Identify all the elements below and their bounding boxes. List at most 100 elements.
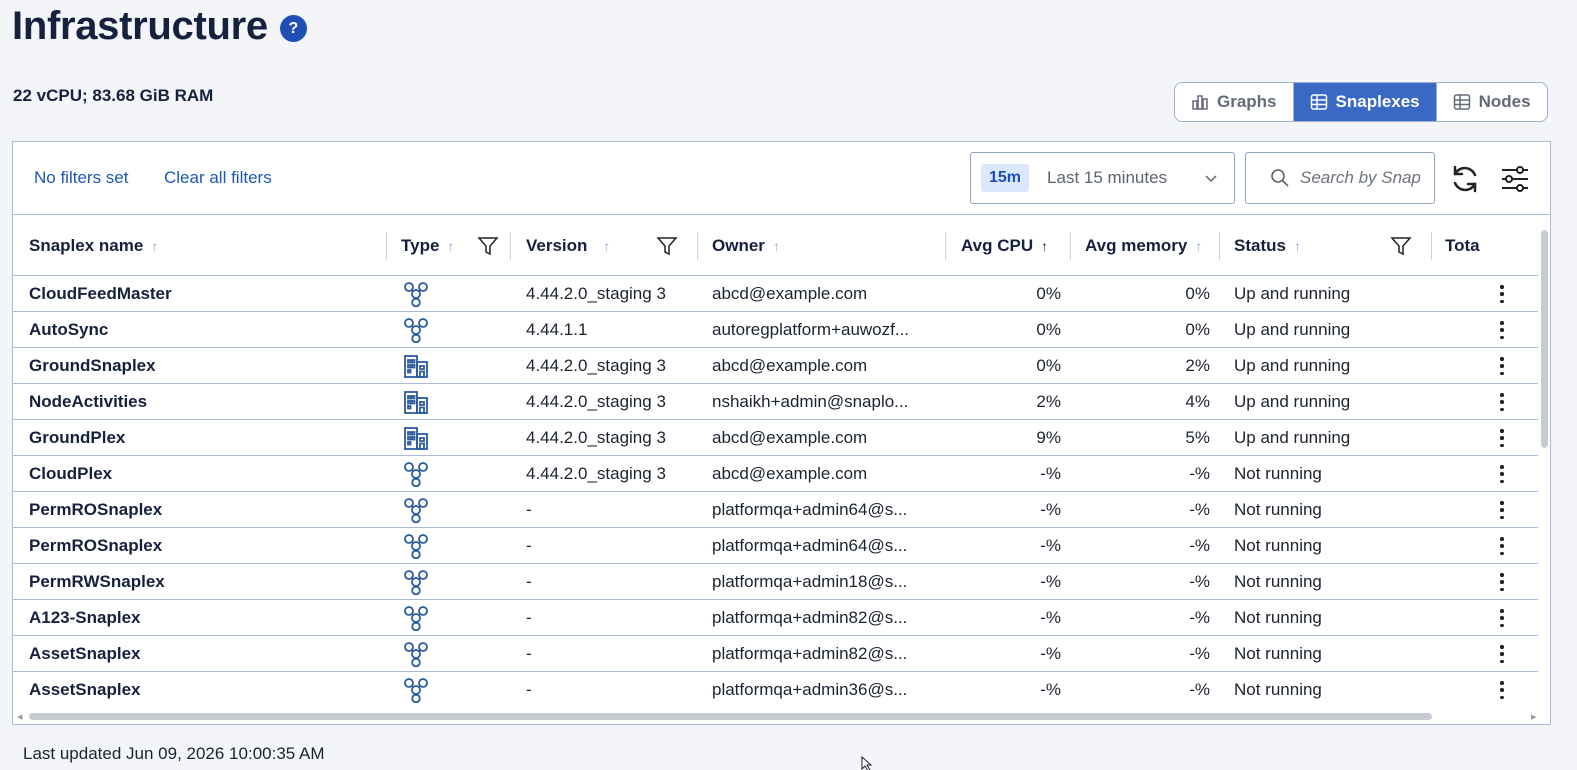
snaplex-name-cell[interactable]: NodeActivities: [29, 384, 147, 419]
time-range-select[interactable]: 15m Last 15 minutes: [970, 152, 1235, 204]
clear-filters-link[interactable]: Clear all filters: [164, 168, 272, 188]
status-cell: Not running: [1234, 679, 1322, 699]
refresh-icon[interactable]: [1449, 163, 1481, 195]
filter-funnel-icon[interactable]: [1390, 235, 1412, 257]
row-menu-icon[interactable]: [1500, 429, 1504, 447]
table-row[interactable]: AssetSnaplex - platformqa+admin82@s... -% -%…: [13, 636, 1538, 672]
type-cell: [403, 276, 429, 311]
status-cell: Not running: [1234, 643, 1322, 663]
version-cell: -: [526, 643, 532, 663]
column-divider[interactable]: [1070, 232, 1071, 260]
horizontal-scrollbar[interactable]: [29, 713, 1432, 720]
avg-memory-cell: 2%: [1185, 355, 1210, 375]
row-menu-icon[interactable]: [1500, 393, 1504, 411]
search-input[interactable]: [1300, 168, 1420, 188]
bar-chart-icon: [1192, 95, 1208, 110]
table-row[interactable]: NodeActivities 4.44.2.0_staging 3 nshaikh+…: [13, 384, 1538, 420]
question-circle-icon[interactable]: ?: [279, 15, 307, 42]
row-menu-icon[interactable]: [1500, 465, 1504, 483]
column-header-total[interactable]: Tota: [1445, 215, 1480, 276]
column-header-owner[interactable]: Owner ↑: [712, 215, 780, 276]
table-row[interactable]: AutoSync 4.44.1.1 autoregplatform+auwozf..…: [13, 312, 1538, 348]
column-header-snaplex-name[interactable]: Snaplex name ↑: [29, 215, 158, 276]
page-header: Infrastructure ?: [12, 4, 307, 49]
column-header-status[interactable]: Status ↑: [1234, 215, 1301, 276]
column-divider[interactable]: [1219, 232, 1220, 260]
table-row[interactable]: GroundPlex 4.44.2.0_staging 3 abcd@example…: [13, 420, 1538, 456]
status-cell: Not running: [1234, 463, 1322, 483]
table-row[interactable]: PermRWSnaplex - platformqa+admin18@s... -% -…: [13, 564, 1538, 600]
column-divider[interactable]: [697, 232, 698, 260]
view-toggle: Graphs Snaplexes Nodes: [1174, 82, 1548, 122]
snaplex-name-cell[interactable]: AutoSync: [29, 312, 108, 347]
owner-cell: abcd@example.com: [712, 283, 868, 303]
column-header-type[interactable]: Type ↑: [401, 215, 454, 276]
row-menu-icon[interactable]: [1500, 645, 1504, 663]
version-cell: -: [526, 679, 532, 699]
table-row[interactable]: CloudFeedMaster 4.44.2.0_staging 3 abcd@ex…: [13, 276, 1538, 312]
tab-graphs[interactable]: Graphs: [1175, 83, 1293, 121]
table-toolbar: No filters set Clear all filters 15m Las…: [13, 142, 1550, 215]
scroll-left-icon[interactable]: ◀: [17, 713, 22, 721]
snaplex-name-cell[interactable]: CloudFeedMaster: [29, 276, 172, 311]
sort-arrow-icon: ↑: [772, 237, 780, 254]
column-divider[interactable]: [945, 232, 946, 260]
snaplex-table: Snaplex name ↑ Type ↑ Version ↑ Owner ↑ Avg …: [13, 215, 1538, 707]
row-menu-icon[interactable]: [1500, 609, 1504, 627]
status-cell: Up and running: [1234, 319, 1351, 339]
snaplex-name-cell[interactable]: GroundPlex: [29, 420, 125, 455]
status-cell: Up and running: [1234, 391, 1351, 411]
scroll-right-icon[interactable]: ▶: [1531, 713, 1536, 721]
tab-nodes-label: Nodes: [1478, 92, 1531, 111]
row-menu-icon[interactable]: [1500, 501, 1504, 519]
row-menu-icon[interactable]: [1500, 573, 1504, 591]
column-divider[interactable]: [386, 232, 387, 260]
filter-funnel-icon[interactable]: [656, 235, 678, 257]
column-header-version[interactable]: Version ↑: [526, 215, 610, 276]
snaplex-name-cell[interactable]: AssetSnaplex: [29, 672, 141, 707]
row-menu-icon[interactable]: [1500, 357, 1504, 375]
tab-nodes[interactable]: Nodes: [1435, 83, 1547, 121]
table-row[interactable]: AssetSnaplex - platformqa+admin36@s... -% -%…: [13, 672, 1538, 707]
table-row[interactable]: A123-Snaplex - platformqa+admin82@s... -% -%…: [13, 600, 1538, 636]
filter-funnel-icon[interactable]: [477, 235, 499, 257]
version-cell: 4.44.2.0_staging 3: [526, 355, 666, 375]
owner-cell: nshaikh+admin@snaplo...: [712, 391, 909, 411]
grid-table-icon: [1310, 94, 1327, 110]
search-box[interactable]: [1245, 152, 1435, 204]
row-menu-icon[interactable]: [1500, 321, 1504, 339]
type-cell: [403, 672, 429, 707]
column-divider[interactable]: [1431, 232, 1432, 260]
snaplex-name-cell[interactable]: PermROSnaplex: [29, 492, 162, 527]
column-header-avg-memory[interactable]: Avg memory ↑: [1085, 215, 1202, 276]
cloud-snaplex-icon: [404, 569, 428, 595]
row-menu-icon[interactable]: [1500, 537, 1504, 555]
row-menu-icon[interactable]: [1500, 285, 1504, 303]
column-divider[interactable]: [510, 232, 511, 260]
vertical-scrollbar[interactable]: [1541, 230, 1548, 448]
sliders-settings-icon[interactable]: [1501, 164, 1529, 194]
snaplex-name-cell[interactable]: GroundSnaplex: [29, 348, 156, 383]
snaplex-name-cell[interactable]: PermROSnaplex: [29, 528, 162, 563]
table-row[interactable]: PermROSnaplex - platformqa+admin64@s... -% -…: [13, 492, 1538, 528]
snaplex-panel: No filters set Clear all filters 15m Las…: [12, 141, 1551, 725]
table-row[interactable]: PermROSnaplex - platformqa+admin64@s... -% -…: [13, 528, 1538, 564]
table-row[interactable]: CloudPlex 4.44.2.0_staging 3 abcd@example.…: [13, 456, 1538, 492]
column-header-avg-cpu[interactable]: Avg CPU ↑: [961, 215, 1048, 276]
type-cell: [403, 384, 429, 419]
snaplex-name-cell[interactable]: CloudPlex: [29, 456, 112, 491]
tab-snaplexes[interactable]: Snaplexes: [1292, 83, 1436, 121]
sort-arrow-icon: ↑: [447, 237, 455, 254]
cloud-snaplex-icon: [404, 497, 428, 523]
version-cell: -: [526, 535, 532, 555]
row-menu-icon[interactable]: [1500, 681, 1504, 699]
filter-status[interactable]: No filters set: [34, 168, 128, 188]
avg-memory-cell: 0%: [1185, 319, 1210, 339]
table-row[interactable]: GroundSnaplex 4.44.2.0_staging 3 abcd@exam…: [13, 348, 1538, 384]
status-cell: Not running: [1234, 571, 1322, 591]
type-cell: [403, 528, 429, 563]
snaplex-name-cell[interactable]: AssetSnaplex: [29, 636, 141, 671]
time-range-label: Last 15 minutes: [1047, 168, 1168, 187]
snaplex-name-cell[interactable]: A123-Snaplex: [29, 600, 141, 635]
snaplex-name-cell[interactable]: PermRWSnaplex: [29, 564, 165, 599]
